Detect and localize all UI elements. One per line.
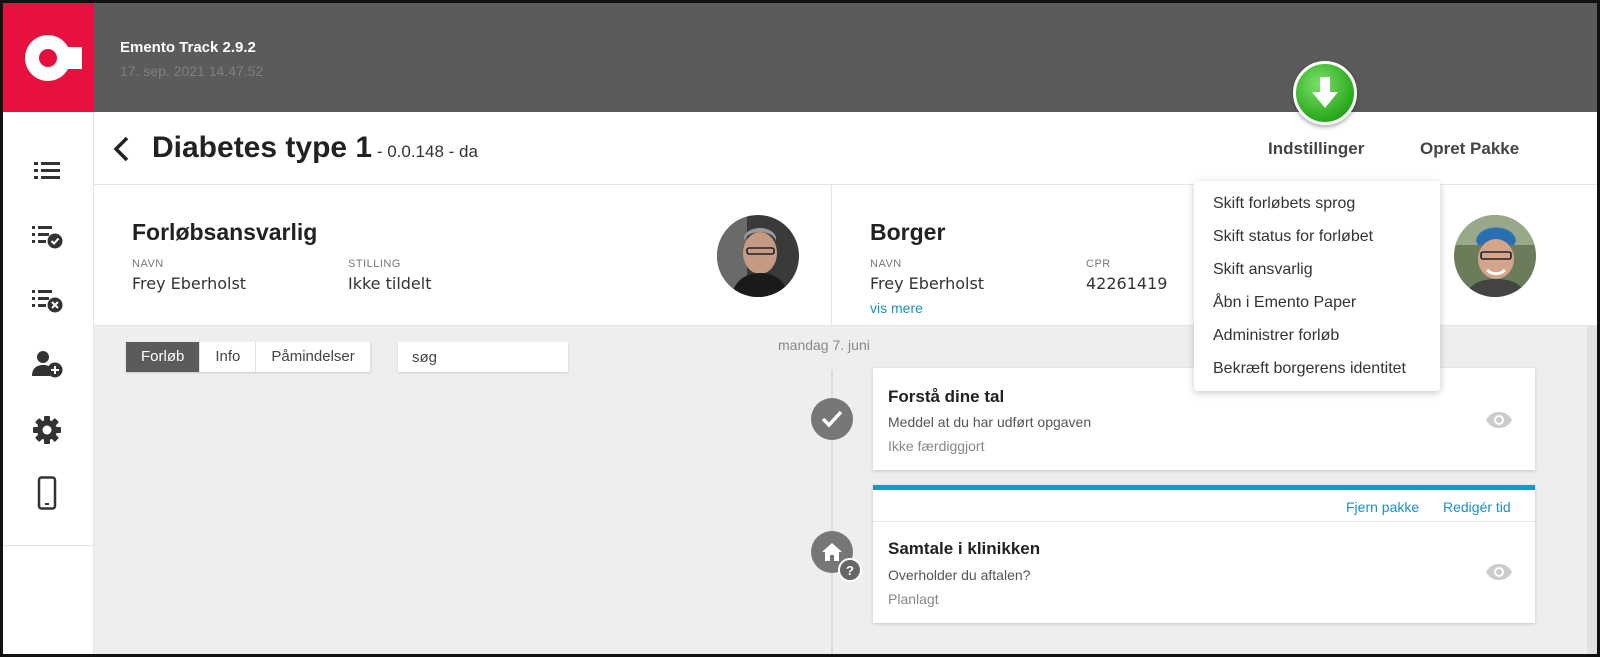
sidebar-nav: [3, 112, 94, 546]
package-actions: Fjern pakke Redigér tid: [873, 490, 1535, 522]
citizen-name: Frey Eberholst: [870, 274, 985, 293]
scrollbar[interactable]: [1587, 326, 1597, 654]
task-title: Samtale i klinikken: [888, 539, 1041, 558]
sidebar: [3, 112, 94, 654]
back-button[interactable]: [108, 134, 134, 164]
remove-package-button[interactable]: Fjern pakke: [1346, 499, 1419, 515]
task-status: Planlagt: [888, 591, 939, 607]
list-icon: [34, 162, 60, 179]
gear-icon: [33, 416, 61, 444]
sidebar-item-list[interactable]: [29, 153, 65, 189]
list-check-icon: [32, 226, 63, 249]
day-label: mandag 7. juni: [778, 337, 870, 353]
app-title: Emento Track 2.9.2: [120, 39, 256, 56]
tab-reminders[interactable]: Påmindelser: [256, 342, 371, 372]
menu-item-open-in-paper[interactable]: Åbn i Emento Paper: [1194, 286, 1440, 319]
settings-button[interactable]: Indstillinger: [1268, 139, 1364, 159]
settings-menu: Skift forløbets sprog Skift status for f…: [1194, 181, 1440, 391]
page-subtitle: - 0.0.148 - da: [372, 142, 478, 161]
citizen-avatar: [1454, 215, 1536, 297]
mobile-phone-icon: [37, 476, 57, 510]
search-input[interactable]: [398, 342, 568, 372]
responsible-name-label: NAVN: [132, 258, 164, 270]
task-card[interactable]: Fjern pakke Redigér tid Samtale i klinik…: [873, 485, 1535, 623]
responsible-name: Frey Eberholst: [132, 274, 247, 293]
edit-time-button[interactable]: Redigér tid: [1443, 499, 1511, 515]
responsible-avatar-image: [717, 215, 799, 297]
tab-forloeb[interactable]: Forløb: [126, 342, 201, 372]
citizen-cpr-label: CPR: [1086, 258, 1111, 270]
menu-item-manage-course[interactable]: Administrer forløb: [1194, 319, 1440, 352]
task-description: Overholder du aftalen?: [888, 567, 1031, 583]
sidebar-item-cancelled[interactable]: [29, 283, 65, 319]
task-description: Meddel at du har udført opgaven: [888, 414, 1092, 430]
responsible-avatar: [717, 215, 799, 297]
download-badge: [1293, 61, 1357, 125]
view-tabs: Forløb Info Påmindelser: [126, 342, 371, 372]
page-header: Diabetes type 1 - 0.0.148 - da Indstilli…: [94, 112, 1597, 185]
citizen-avatar-image: [1454, 215, 1536, 297]
menu-item-change-language[interactable]: Skift forløbets sprog: [1194, 187, 1440, 220]
add-user-icon: [32, 351, 63, 378]
citizen-name-label: NAVN: [870, 258, 902, 270]
citizen-cpr: 42261419: [1086, 274, 1168, 293]
menu-item-confirm-identity[interactable]: Bekræft borgerens identitet: [1194, 352, 1440, 385]
menu-item-change-responsible[interactable]: Skift ansvarlig: [1194, 253, 1440, 286]
chevron-left-icon: [113, 136, 129, 162]
sidebar-item-app[interactable]: [29, 475, 65, 511]
emento-logo[interactable]: [3, 3, 94, 112]
eye-icon: [1486, 564, 1512, 580]
eye-icon: [1486, 412, 1512, 428]
show-more-link[interactable]: vis mere: [870, 300, 923, 316]
visibility-toggle[interactable]: [1485, 562, 1513, 582]
question-badge: ?: [838, 558, 862, 582]
responsible-position: Ikke tildelt: [348, 274, 432, 293]
home-icon: [822, 543, 842, 561]
page-title-text: Diabetes type 1: [152, 131, 373, 164]
sidebar-item-settings[interactable]: [29, 412, 65, 448]
task-title: Forstå dine tal: [888, 387, 1005, 406]
checkmark-icon: [821, 410, 843, 428]
menu-item-change-status[interactable]: Skift status for forløbet: [1194, 220, 1440, 253]
task-status: Ikke færdiggjort: [888, 438, 985, 454]
app-window: Emento Track 2.9.2 17. sep. 2021 14.47.5…: [0, 0, 1600, 657]
visibility-toggle[interactable]: [1485, 410, 1513, 430]
task-completed-marker: [811, 398, 853, 440]
responsible-position-label: STILLING: [348, 258, 401, 270]
tab-info[interactable]: Info: [200, 342, 257, 372]
create-package-button[interactable]: Opret Pakke: [1420, 139, 1519, 159]
emento-logo-icon: [24, 34, 82, 81]
sidebar-item-completed[interactable]: [29, 219, 65, 255]
citizen-title: Borger: [870, 219, 946, 245]
page-title: Diabetes type 1 - 0.0.148 - da: [152, 131, 478, 165]
arrow-down-icon: [1312, 77, 1338, 108]
cards-divider: [831, 185, 832, 326]
sidebar-item-add-user[interactable]: [29, 346, 65, 382]
responsible-title: Forløbsansvarlig: [132, 219, 318, 245]
app-timestamp: 17. sep. 2021 14.47.52: [120, 63, 264, 79]
top-bar: Emento Track 2.9.2 17. sep. 2021 14.47.5…: [3, 3, 1597, 112]
list-remove-icon: [32, 290, 63, 313]
